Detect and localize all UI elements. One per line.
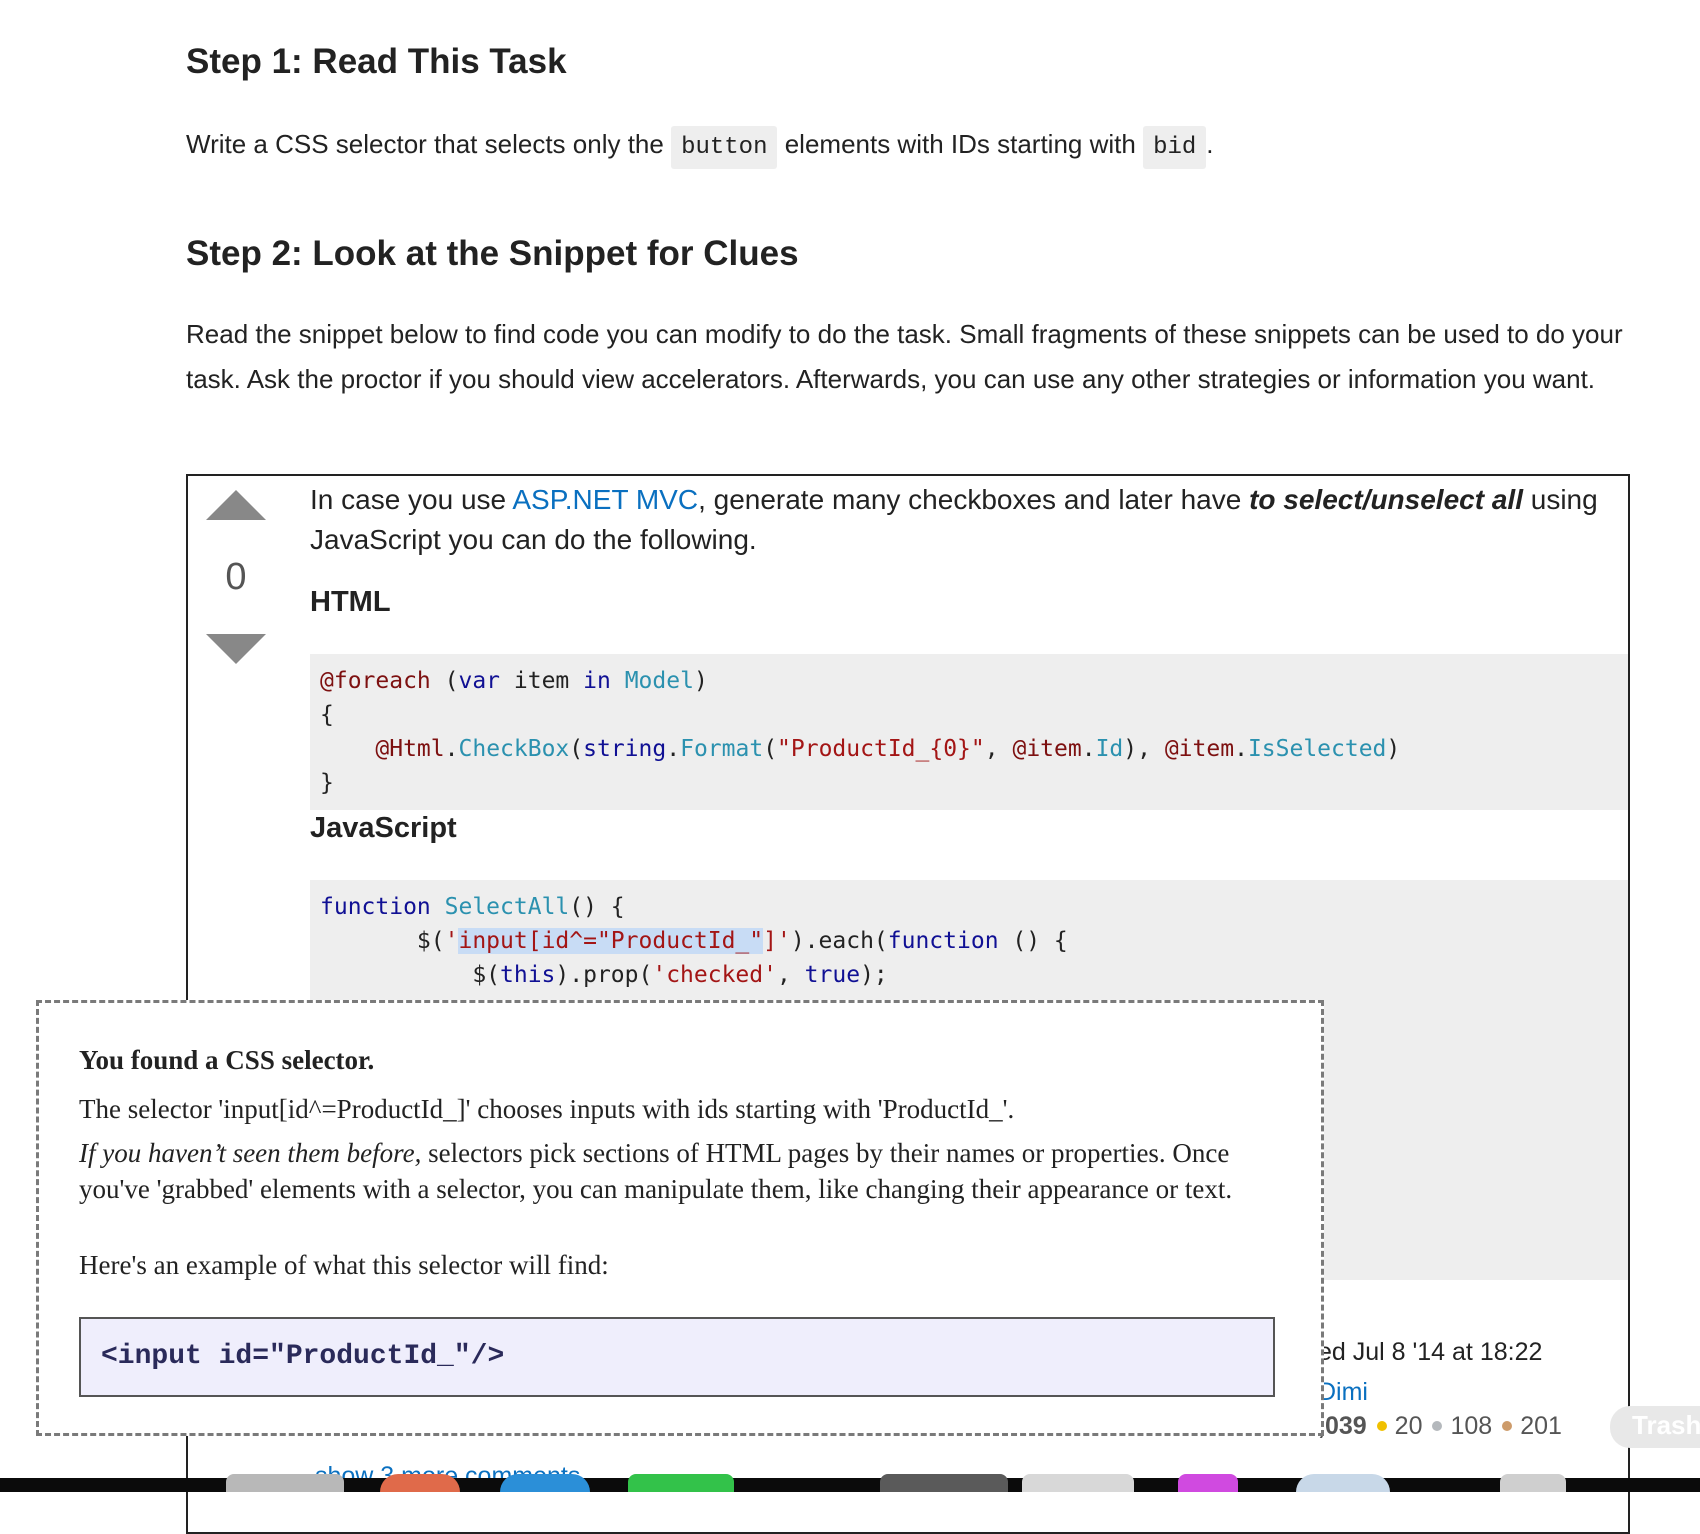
step1-heading: Step 1: Read This Task <box>186 42 567 81</box>
aspnet-mvc-link[interactable]: ASP.NET MVC <box>512 484 698 515</box>
popup-emphasis: If you haven’t seen them before, <box>79 1138 422 1168</box>
answer-intro: In case you use ASP.NET MVC, generate ma… <box>310 480 1610 560</box>
step2-heading: Step 2: Look at the Snippet for Clues <box>186 234 799 273</box>
dock-app-icon[interactable] <box>1178 1474 1238 1492</box>
user-link[interactable]: Dimi <box>1318 1378 1368 1407</box>
dock-app-icon[interactable] <box>226 1474 344 1492</box>
html-heading: HTML <box>310 586 391 618</box>
dock-app-icon[interactable] <box>880 1474 1008 1492</box>
task-text-part: Write a CSS selector that selects only t… <box>186 129 672 159</box>
reputation-value: ,039 <box>1318 1412 1367 1440</box>
css-selector-popup: You found a CSS selector. The selector '… <box>36 1000 1324 1436</box>
bronze-badge-count: 201 <box>1520 1412 1562 1440</box>
trash-tooltip: Trash <box>1610 1406 1700 1448</box>
upvote-arrow-icon[interactable] <box>206 490 266 520</box>
user-reputation: ,039 20 108 201 <box>1318 1412 1562 1441</box>
bronze-badge-icon <box>1502 1420 1513 1431</box>
step2-paragraph: Read the snippet below to find code you … <box>186 319 1623 394</box>
popup-example-label: Here's an example of what this selector … <box>79 1250 609 1280</box>
dock-app-icon[interactable] <box>380 1474 460 1492</box>
silver-badge-icon <box>1432 1420 1443 1431</box>
javascript-heading: JavaScript <box>310 812 457 844</box>
code-button: button <box>671 126 778 169</box>
popup-title: You found a CSS selector. <box>79 1045 375 1075</box>
html-code-block: @foreach (var item in Model) { @Html.Che… <box>310 654 1628 810</box>
dock-app-icon[interactable] <box>1296 1474 1390 1492</box>
answered-date: ed Jul 8 '14 at 18:22 <box>1318 1338 1543 1366</box>
popup-description: If you haven’t seen them before, selecto… <box>79 1135 1259 1207</box>
answer-text: , generate many checkboxes and later hav… <box>698 484 1250 515</box>
downvote-arrow-icon[interactable] <box>206 634 266 664</box>
code-bid: bid <box>1143 126 1207 169</box>
task-text-part: elements with IDs starting with <box>777 129 1144 159</box>
silver-badge-count: 108 <box>1450 1412 1493 1440</box>
dock-app-icon[interactable] <box>1022 1474 1134 1492</box>
gold-badge-count: 20 <box>1394 1412 1423 1440</box>
vote-count: 0 <box>225 556 247 598</box>
task-text-part: . <box>1206 129 1214 159</box>
step1-task-text: Write a CSS selector that selects only t… <box>186 122 1646 170</box>
popup-example-code: <input id="ProductId_"/> <box>79 1317 1275 1397</box>
answer-text: In case you use <box>310 484 513 515</box>
dock-app-icon[interactable] <box>628 1474 734 1492</box>
answer-bold-text: to select/unselect all <box>1249 484 1523 515</box>
dock-app-icon[interactable] <box>500 1474 590 1492</box>
dock-app-icon[interactable] <box>1500 1474 1566 1492</box>
gold-badge-icon <box>1376 1420 1387 1431</box>
popup-explanation: The selector 'input[id^=ProductId_]' cho… <box>79 1094 1015 1124</box>
